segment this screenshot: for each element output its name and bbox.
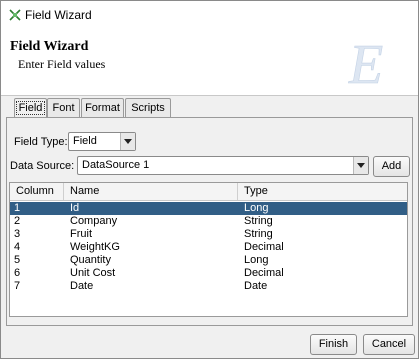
cell-type: Decimal [244, 267, 284, 279]
cell-type: Long [244, 202, 269, 214]
tab-format[interactable]: Format [81, 98, 124, 117]
table-row[interactable]: 7 Date Date [10, 280, 407, 293]
tab-field[interactable]: Field [14, 98, 47, 118]
field-type-value: Field [73, 135, 97, 147]
finish-button[interactable]: Finish [310, 334, 357, 355]
window-title: Field Wizard [25, 8, 92, 22]
cell-name: Unit Cost [70, 267, 116, 279]
tab-font-label: Font [52, 102, 75, 114]
tab-font[interactable]: Font [47, 98, 80, 117]
field-type-select[interactable]: Field [68, 132, 136, 151]
cell-name: WeightKG [70, 241, 120, 253]
wizard-logo-icon: E [348, 34, 384, 93]
cell-name: Date [70, 280, 94, 292]
cell-type: Long [244, 254, 269, 266]
chevron-down-icon[interactable] [120, 133, 135, 150]
data-source-value: DataSource 1 [82, 159, 150, 171]
logo-letter: E [348, 34, 383, 93]
cell-column: 6 [14, 267, 21, 279]
table-row[interactable]: 1 Id Long [10, 202, 407, 215]
column-header-column[interactable]: Column [10, 183, 64, 200]
table-row[interactable]: 3 Fruit String [10, 228, 407, 241]
data-source-select[interactable]: DataSource 1 [77, 156, 369, 175]
cell-column: 1 [14, 202, 21, 214]
wizard-header: Field Wizard Enter Field values E [1, 29, 418, 96]
table-header: Column Name Type [10, 183, 407, 201]
cell-type: String [244, 228, 273, 240]
table-row[interactable]: 6 Unit Cost Decimal [10, 267, 407, 280]
cell-column: 7 [14, 280, 21, 292]
cell-column: 5 [14, 254, 21, 266]
wizard-subtitle: Enter Field values [18, 57, 106, 71]
table-row[interactable]: 2 Company String [10, 215, 407, 228]
data-source-label: Data Source: [10, 160, 75, 172]
cell-name: Fruit [70, 228, 92, 240]
cell-type: Date [244, 280, 268, 292]
add-button[interactable]: Add [373, 156, 410, 177]
columns-table: Column Name Type 1 Id Long 2 Company Str… [9, 182, 408, 317]
column-header-name[interactable]: Name [64, 183, 238, 200]
chevron-down-icon[interactable] [353, 157, 368, 174]
table-row[interactable]: 5 Quantity Long [10, 254, 407, 267]
cell-type: Decimal [244, 241, 284, 253]
table-row[interactable]: 4 WeightKG Decimal [10, 241, 407, 254]
cell-type: String [244, 215, 273, 227]
tab-format-label: Format [85, 102, 120, 114]
field-type-label: Field Type: [14, 136, 68, 148]
cell-column: 2 [14, 215, 21, 227]
cancel-button[interactable]: Cancel [363, 334, 415, 355]
field-wizard-window: Field Wizard Field Wizard Enter Field va… [0, 0, 419, 359]
column-header-type[interactable]: Type [238, 183, 407, 200]
cell-column: 4 [14, 241, 21, 253]
app-icon [9, 9, 21, 21]
title-bar: Field Wizard [1, 1, 418, 29]
tab-scripts-label: Scripts [131, 102, 165, 114]
wizard-title: Field Wizard [10, 39, 89, 54]
cell-name: Company [70, 215, 118, 227]
cell-name: Id [70, 202, 80, 214]
tab-field-label: Field [15, 101, 46, 115]
tab-scripts[interactable]: Scripts [125, 98, 171, 117]
cell-column: 3 [14, 228, 21, 240]
cell-name: Quantity [70, 254, 111, 266]
